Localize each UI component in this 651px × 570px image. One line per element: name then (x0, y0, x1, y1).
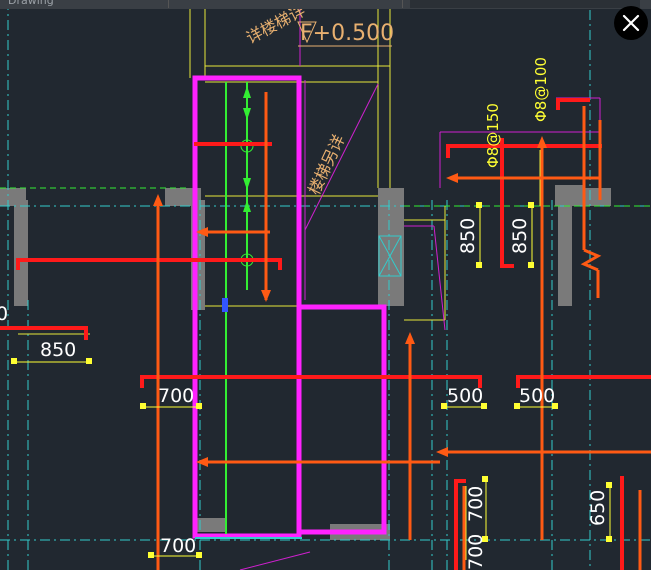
arrow-down (243, 108, 251, 120)
dim-tick (606, 482, 612, 488)
arrowhead (153, 194, 163, 206)
rebar-label-150: Φ8@150 (484, 103, 502, 168)
window-tab-bar: Drawing (0, 0, 651, 9)
column (558, 200, 572, 306)
dim-tick (476, 202, 482, 208)
dim-tick (482, 476, 488, 482)
axis-lines (0, 0, 651, 570)
close-button[interactable] (614, 6, 648, 40)
rebar-break (580, 248, 602, 272)
boundary-lines (0, 187, 651, 207)
slab-edge (433, 225, 446, 331)
dim-text: 700 (158, 385, 194, 407)
orange-rebars (156, 92, 651, 570)
dim-text: 850 (509, 218, 531, 254)
landing-rect (296, 304, 387, 535)
dim-tick (196, 403, 202, 409)
dim-tick (148, 552, 154, 558)
arrowhead (436, 447, 448, 457)
arrow-down (243, 178, 251, 190)
dim-tick (11, 358, 17, 364)
cad-viewport[interactable]: F+0.500 详楼梯详 楼梯另详 Φ8@150 Φ8@100 850 700 … (0, 0, 651, 570)
elevation-marker: F+0.500 (297, 21, 394, 47)
tab-drawing[interactable]: Drawing (8, 0, 169, 8)
dim-text: 850 (457, 218, 479, 254)
grip-marker (222, 298, 228, 312)
dim-text: 500 (447, 385, 483, 407)
arrowhead (196, 457, 208, 467)
dim-tick (86, 358, 92, 364)
dim-text: 0 (0, 303, 8, 325)
dim-tick (140, 403, 146, 409)
arrowhead (537, 136, 547, 148)
dim-tick (528, 262, 534, 268)
slab-diagonal (304, 83, 379, 231)
structure-outlines (18, 0, 541, 560)
rebar-label-100: Φ8@100 (532, 57, 550, 122)
tab-document[interactable] (182, 0, 403, 8)
dim-tick (476, 262, 482, 268)
dim-text: 850 (40, 339, 76, 361)
close-icon (622, 14, 640, 32)
arrowhead (446, 173, 458, 183)
dim-text: 700 (160, 535, 196, 557)
dim-tick (528, 202, 534, 208)
cad-drawing-canvas[interactable]: F+0.500 详楼梯详 楼梯另详 Φ8@150 Φ8@100 850 700 … (0, 0, 651, 570)
arrowhead (405, 332, 415, 344)
column (14, 200, 28, 306)
dimension-ticks (11, 202, 612, 558)
arrow-up (243, 86, 251, 98)
slab-edge (239, 551, 311, 570)
arrowhead (261, 290, 271, 302)
dim-tick (196, 552, 202, 558)
tab-active[interactable] (410, 0, 640, 8)
stair-centerline (225, 82, 254, 534)
dim-text: 650 (587, 490, 609, 526)
rebar-arrowheads (153, 136, 547, 467)
dim-tick (606, 536, 612, 542)
column (555, 185, 585, 193)
dim-text: 700 (465, 534, 487, 570)
elevation-text: F+0.500 (300, 21, 394, 46)
dim-text: 500 (519, 385, 555, 407)
dim-text: 700 (465, 486, 487, 522)
